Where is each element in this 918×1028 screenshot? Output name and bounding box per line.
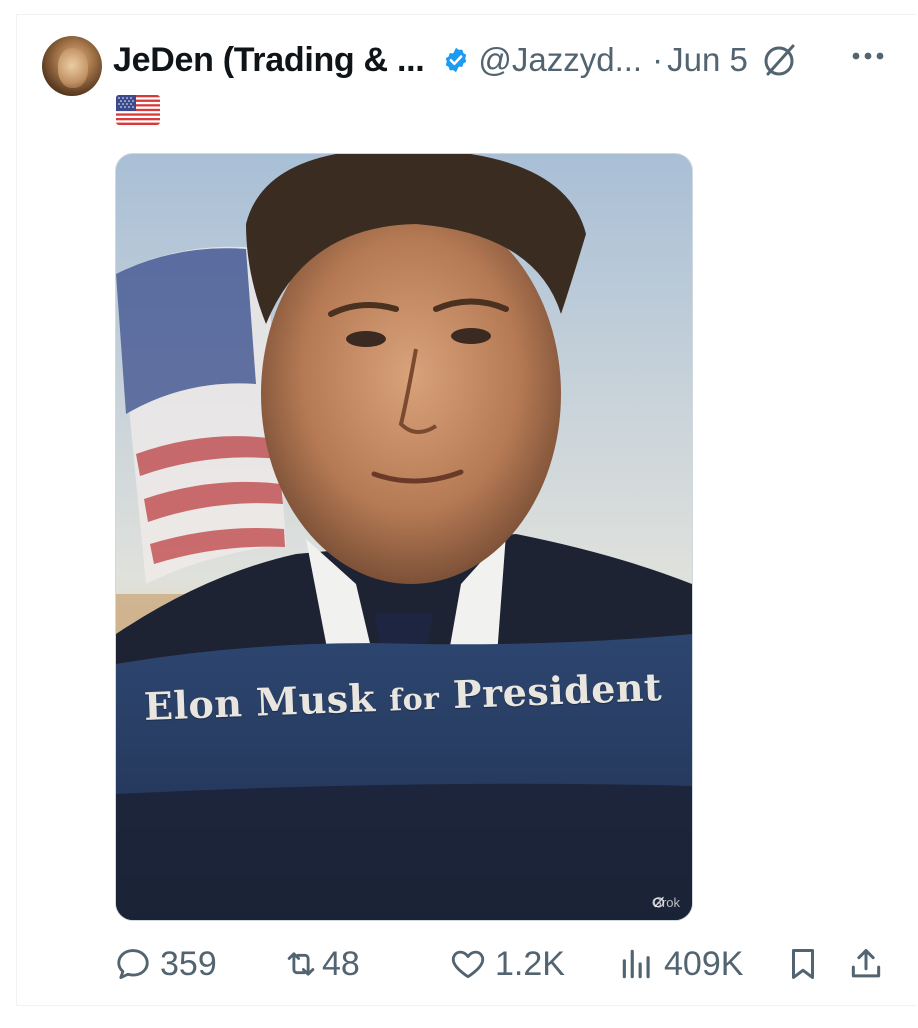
timeline-divider-left	[16, 14, 17, 1006]
us-flag-icon	[116, 95, 160, 125]
bookmark-icon	[791, 949, 815, 979]
repost-count: 48	[322, 944, 360, 983]
reply-count: 359	[160, 944, 217, 983]
repost-button[interactable]: 48	[282, 940, 360, 988]
action-bar: 359 48 1.2K 409K	[0, 940, 918, 988]
portrait-illustration	[116, 154, 692, 920]
author-handle[interactable]: @Jazzyd...	[478, 41, 642, 79]
author-avatar[interactable]	[42, 36, 102, 96]
timeline-divider-top	[16, 14, 916, 15]
sign-text-for: for	[388, 681, 441, 719]
repost-icon	[287, 952, 315, 976]
post-header: JeDen (Trading & ... @Jazzyd... · Jun 5	[113, 36, 800, 84]
more-options-icon[interactable]	[848, 44, 888, 68]
sign-text-name: Elon Musk	[143, 675, 377, 729]
grok-icon[interactable]	[760, 40, 800, 80]
analytics-icon	[622, 949, 650, 979]
sign-text-president: President	[452, 664, 663, 718]
reply-icon	[117, 949, 149, 980]
author-name[interactable]: JeDen (Trading & ...	[113, 41, 425, 80]
share-button[interactable]	[847, 940, 885, 988]
post-image[interactable]: Elon Musk for President Grok	[115, 153, 693, 921]
heart-icon	[451, 950, 485, 979]
separator-dot: ·	[652, 41, 664, 78]
post-date[interactable]: Jun 5	[667, 41, 748, 79]
grok-watermark: Grok	[652, 895, 680, 910]
bookmark-button[interactable]	[784, 940, 822, 988]
grok-watermark-icon	[653, 896, 664, 908]
avatar-face	[58, 48, 88, 88]
timeline-divider-bottom	[16, 1005, 916, 1006]
like-button[interactable]: 1.2K	[449, 940, 565, 988]
view-count: 409K	[664, 944, 744, 983]
share-icon	[851, 949, 881, 978]
verified-badge-icon[interactable]	[442, 46, 470, 74]
reply-button[interactable]: 359	[114, 940, 217, 988]
like-count: 1.2K	[495, 944, 565, 983]
views-button[interactable]: 409K	[618, 940, 743, 988]
